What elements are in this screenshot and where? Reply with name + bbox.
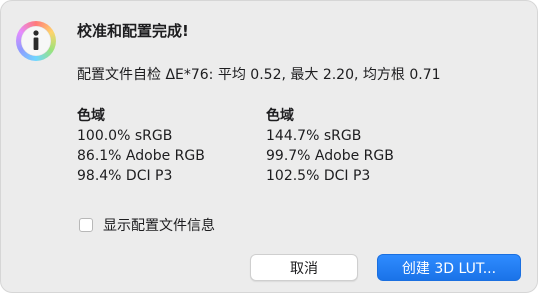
info-icon [16, 21, 56, 61]
calibration-complete-dialog: 校准和配置完成! 配置文件自检 ΔE*76: 平均 0.52, 最大 2.20,… [0, 0, 538, 293]
gamut-header: 色域 [266, 108, 294, 124]
gamut-line: 144.7% sRGB [266, 128, 362, 144]
show-profile-info-row[interactable]: 显示配置文件信息 [79, 215, 215, 235]
create-3d-lut-button[interactable]: 创建 3D LUT... [377, 254, 521, 281]
gamut-line: 98.4% DCI P3 [77, 168, 173, 184]
info-icon-inner [21, 26, 51, 56]
show-profile-info-checkbox[interactable] [79, 218, 93, 232]
gamut-line: 86.1% Adobe RGB [77, 148, 205, 164]
gamut-column-right: 色域 144.7% sRGB 99.7% Adobe RGB 102.5% DC… [266, 106, 394, 186]
gamut-line: 102.5% DCI P3 [266, 168, 371, 184]
dialog-title: 校准和配置完成! [77, 22, 189, 40]
cancel-button[interactable]: 取消 [250, 254, 358, 281]
profile-self-check-text: 配置文件自检 ΔE*76: 平均 0.52, 最大 2.20, 均方根 0.71 [77, 67, 441, 83]
gamut-line: 100.0% sRGB [77, 128, 173, 144]
info-glyph [33, 30, 39, 50]
gamut-column-left: 色域 100.0% sRGB 86.1% Adobe RGB 98.4% DCI… [77, 106, 205, 186]
gamut-header: 色域 [77, 108, 105, 124]
show-profile-info-label[interactable]: 显示配置文件信息 [103, 215, 215, 235]
gamut-line: 99.7% Adobe RGB [266, 148, 394, 164]
